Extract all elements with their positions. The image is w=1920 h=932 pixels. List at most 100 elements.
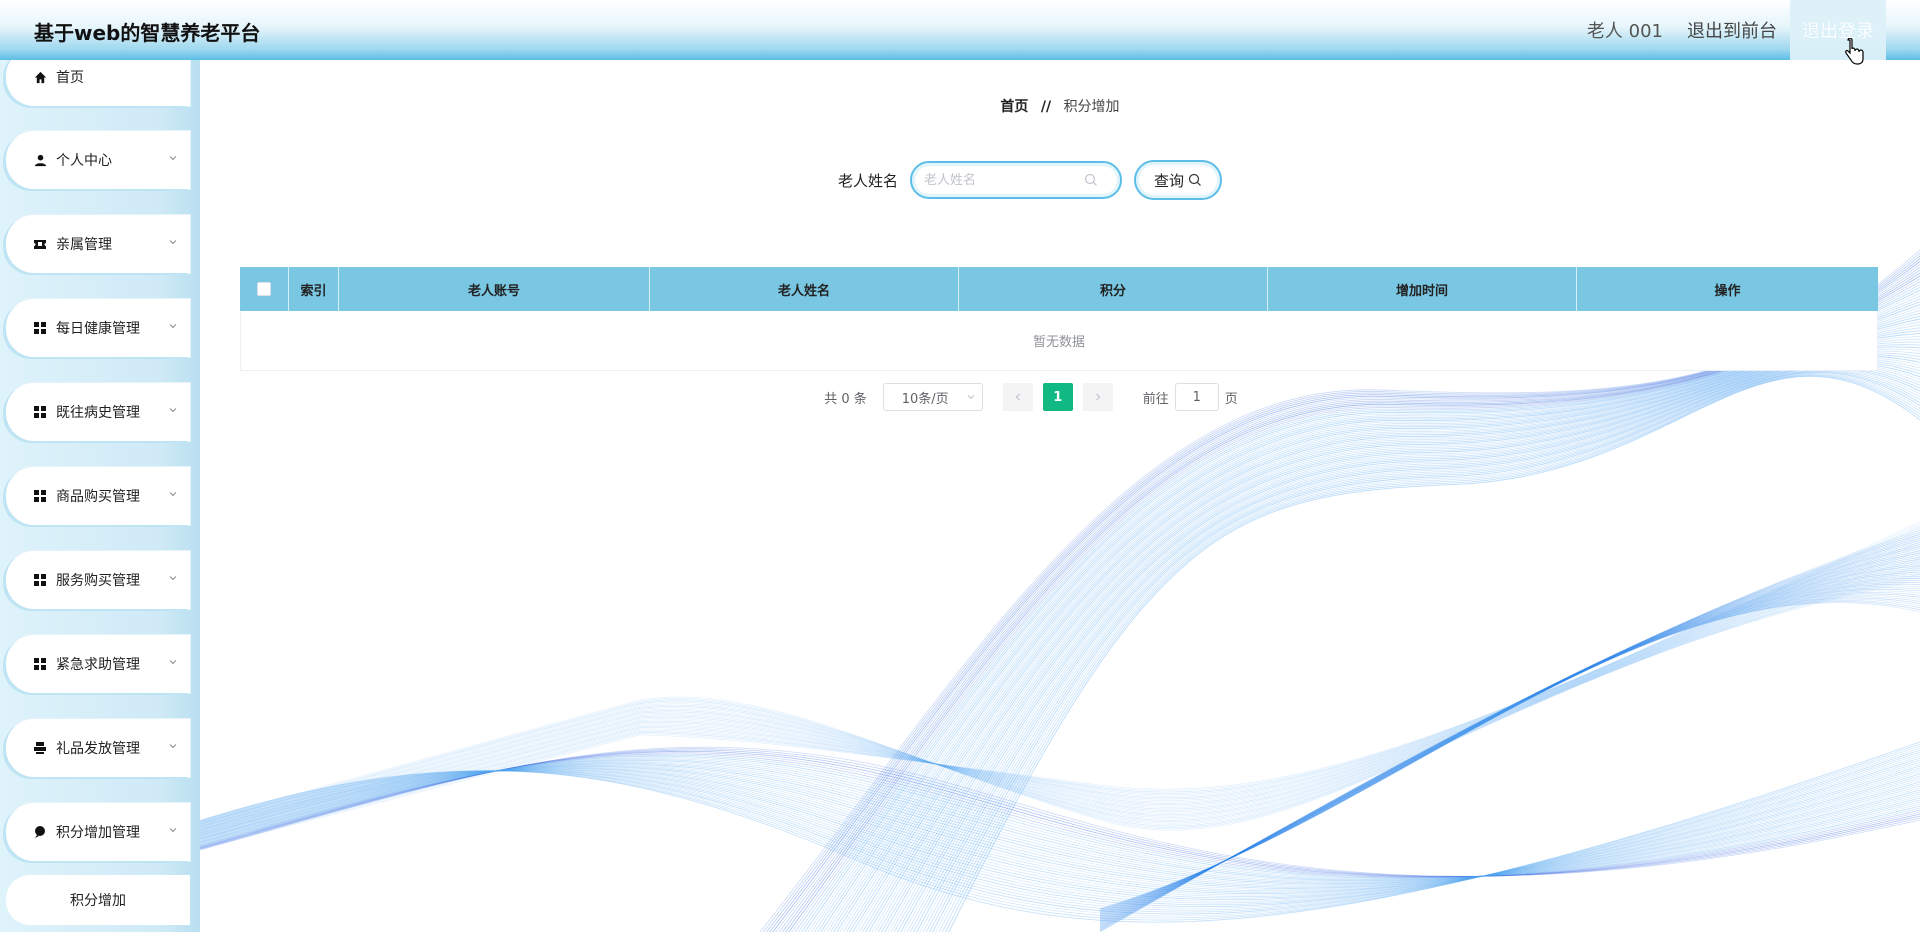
sidebar-item-label: 礼品发放管理 [56, 741, 140, 757]
chevron-down-icon [169, 660, 177, 665]
sidebar-item-label: 积分增加管理 [56, 825, 140, 841]
wave-line [868, 346, 1920, 932]
mouse-cursor-icon [1845, 38, 1864, 65]
goto-label: 前往 [1142, 391, 1169, 407]
column-header-points: 积分 [959, 267, 1268, 311]
wave-line [1099, 589, 1920, 915]
header-actions: 老人 001 退出到前台 退出登录 [1587, 0, 1886, 60]
main-content: 首页 // 积分增加 老人姓名 查询 索引 老人账号 老人姓名 积分 增加时间 … [200, 60, 1920, 932]
grid-icon [32, 488, 48, 504]
sidebar-item-label: 每日健康管理 [56, 321, 140, 337]
sidebar-subitem-points-increase[interactable]: 积分增加 [6, 875, 190, 925]
query-button-label: 查询 [1153, 171, 1184, 190]
page-suffix: 页 [1224, 391, 1238, 407]
prev-page-button[interactable] [1002, 383, 1033, 411]
wave-line [200, 561, 1920, 830]
sidebar-item-gift-distribution[interactable]: 礼品发放管理 [6, 719, 190, 777]
chevron-left-icon [1015, 393, 1020, 401]
data-table: 索引 老人账号 老人姓名 积分 增加时间 操作 暂无数据 [240, 267, 1878, 371]
sidebar-item-label: 紧急求助管理 [56, 657, 140, 673]
sidebar-item-label: 亲属管理 [56, 237, 112, 253]
wave-line [1099, 577, 1920, 919]
sidebar-item-home[interactable]: 首页 [6, 60, 190, 106]
sidebar-item-label: 服务购买管理 [56, 573, 140, 589]
wave-line [1099, 590, 1920, 915]
sidebar-item-relatives[interactable]: 亲属管理 [6, 215, 190, 273]
sidebar-item-emergency-help[interactable]: 紧急求助管理 [6, 635, 190, 693]
page-size-value: 10条/页 [901, 391, 949, 407]
wave-line [858, 338, 1920, 932]
sidebar-item-service-purchase[interactable]: 服务购买管理 [6, 551, 190, 609]
chevron-down-icon [967, 395, 975, 400]
ticket-icon [32, 236, 48, 252]
grid-icon [32, 572, 48, 588]
breadcrumb: 首页 // 积分增加 [200, 96, 1920, 116]
chevron-down-icon [169, 576, 177, 581]
breadcrumb-current: 积分增加 [1063, 99, 1120, 115]
chevron-down-icon [169, 492, 177, 497]
pagination: 共 0 条 10条/页 1 前往 1 页 [200, 383, 1920, 411]
chevron-right-icon [1095, 393, 1101, 401]
wave-line [1099, 597, 1920, 912]
sidebar-item-daily-health[interactable]: 每日健康管理 [6, 299, 190, 357]
column-header-actions: 操作 [1714, 283, 1741, 299]
wave-line [1099, 592, 1920, 914]
table-header: 索引 老人账号 老人姓名 积分 增加时间 操作 [240, 267, 1878, 311]
wave-line [932, 372, 1920, 932]
wave-line [1099, 561, 1920, 924]
search-label: 老人姓名 [837, 171, 898, 190]
query-button[interactable]: 查询 [1134, 160, 1222, 200]
grid-icon [32, 404, 48, 420]
column-header-name: 老人姓名 [650, 267, 959, 311]
pin-icon [32, 824, 48, 840]
column-header-index: 索引 [289, 267, 339, 311]
goto-page-input[interactable]: 1 [1174, 383, 1219, 411]
chevron-down-icon [169, 408, 177, 413]
wave-line [1099, 598, 1920, 911]
wave-line [1099, 579, 1920, 918]
app-title: 基于web的智慧养老平台 [34, 21, 261, 45]
next-page-button[interactable] [1082, 383, 1113, 411]
page-number-current[interactable]: 1 [1042, 383, 1073, 411]
sidebar-item-personal-center[interactable]: 个人中心 [6, 131, 190, 189]
printer-icon [32, 740, 48, 756]
home-icon [32, 69, 48, 85]
top-header: 基于web的智慧养老平台 老人 001 退出到前台 退出登录 [0, 0, 1920, 60]
column-header-time: 增加时间 [1268, 267, 1577, 311]
total-count: 共 0 条 [824, 391, 867, 407]
sidebar: 首页 个人中心 亲属管理 每日健康管理 既往病史管理 商品购买管理 服务购买管理… [0, 60, 200, 932]
sidebar-item-goods-purchase[interactable]: 商品购买管理 [6, 467, 190, 525]
wave-line [1099, 582, 1920, 918]
select-all-cell [240, 267, 289, 311]
back-to-front-link[interactable]: 退出到前台 [1687, 17, 1777, 43]
chevron-down-icon [169, 240, 177, 245]
search-icon [1084, 173, 1097, 186]
grid-icon [32, 656, 48, 672]
sidebar-item-medical-history[interactable]: 既往病史管理 [6, 383, 190, 441]
user-icon [32, 152, 48, 168]
breadcrumb-separator: // [1040, 99, 1052, 115]
search-icon [1188, 173, 1201, 186]
sidebar-item-label: 既往病史管理 [56, 405, 140, 421]
sidebar-item-points-increase-management[interactable]: 积分增加管理 [6, 803, 190, 861]
current-user: 老人 001 [1586, 21, 1663, 42]
wave-line [200, 573, 1920, 827]
name-search-input[interactable] [924, 172, 1084, 188]
wave-line [1099, 575, 1920, 920]
sidebar-item-label: 个人中心 [56, 153, 112, 169]
grid-icon [32, 320, 48, 336]
table-empty-state: 暂无数据 [240, 311, 1878, 371]
column-header-account: 老人账号 [339, 267, 650, 311]
select-all-checkbox[interactable] [257, 282, 271, 296]
breadcrumb-home[interactable]: 首页 [1000, 99, 1028, 115]
logout-button[interactable]: 退出登录 [1790, 0, 1886, 60]
sidebar-item-label: 首页 [56, 70, 84, 86]
name-search-field[interactable] [910, 161, 1122, 199]
search-bar: 老人姓名 查询 [200, 160, 1920, 200]
chevron-down-icon [169, 324, 177, 329]
page-size-select[interactable]: 10条/页 [882, 383, 983, 411]
chevron-down-icon [169, 828, 177, 833]
chevron-down-icon [169, 156, 177, 161]
chevron-down-icon [169, 744, 177, 749]
sidebar-item-label: 商品购买管理 [56, 489, 140, 505]
